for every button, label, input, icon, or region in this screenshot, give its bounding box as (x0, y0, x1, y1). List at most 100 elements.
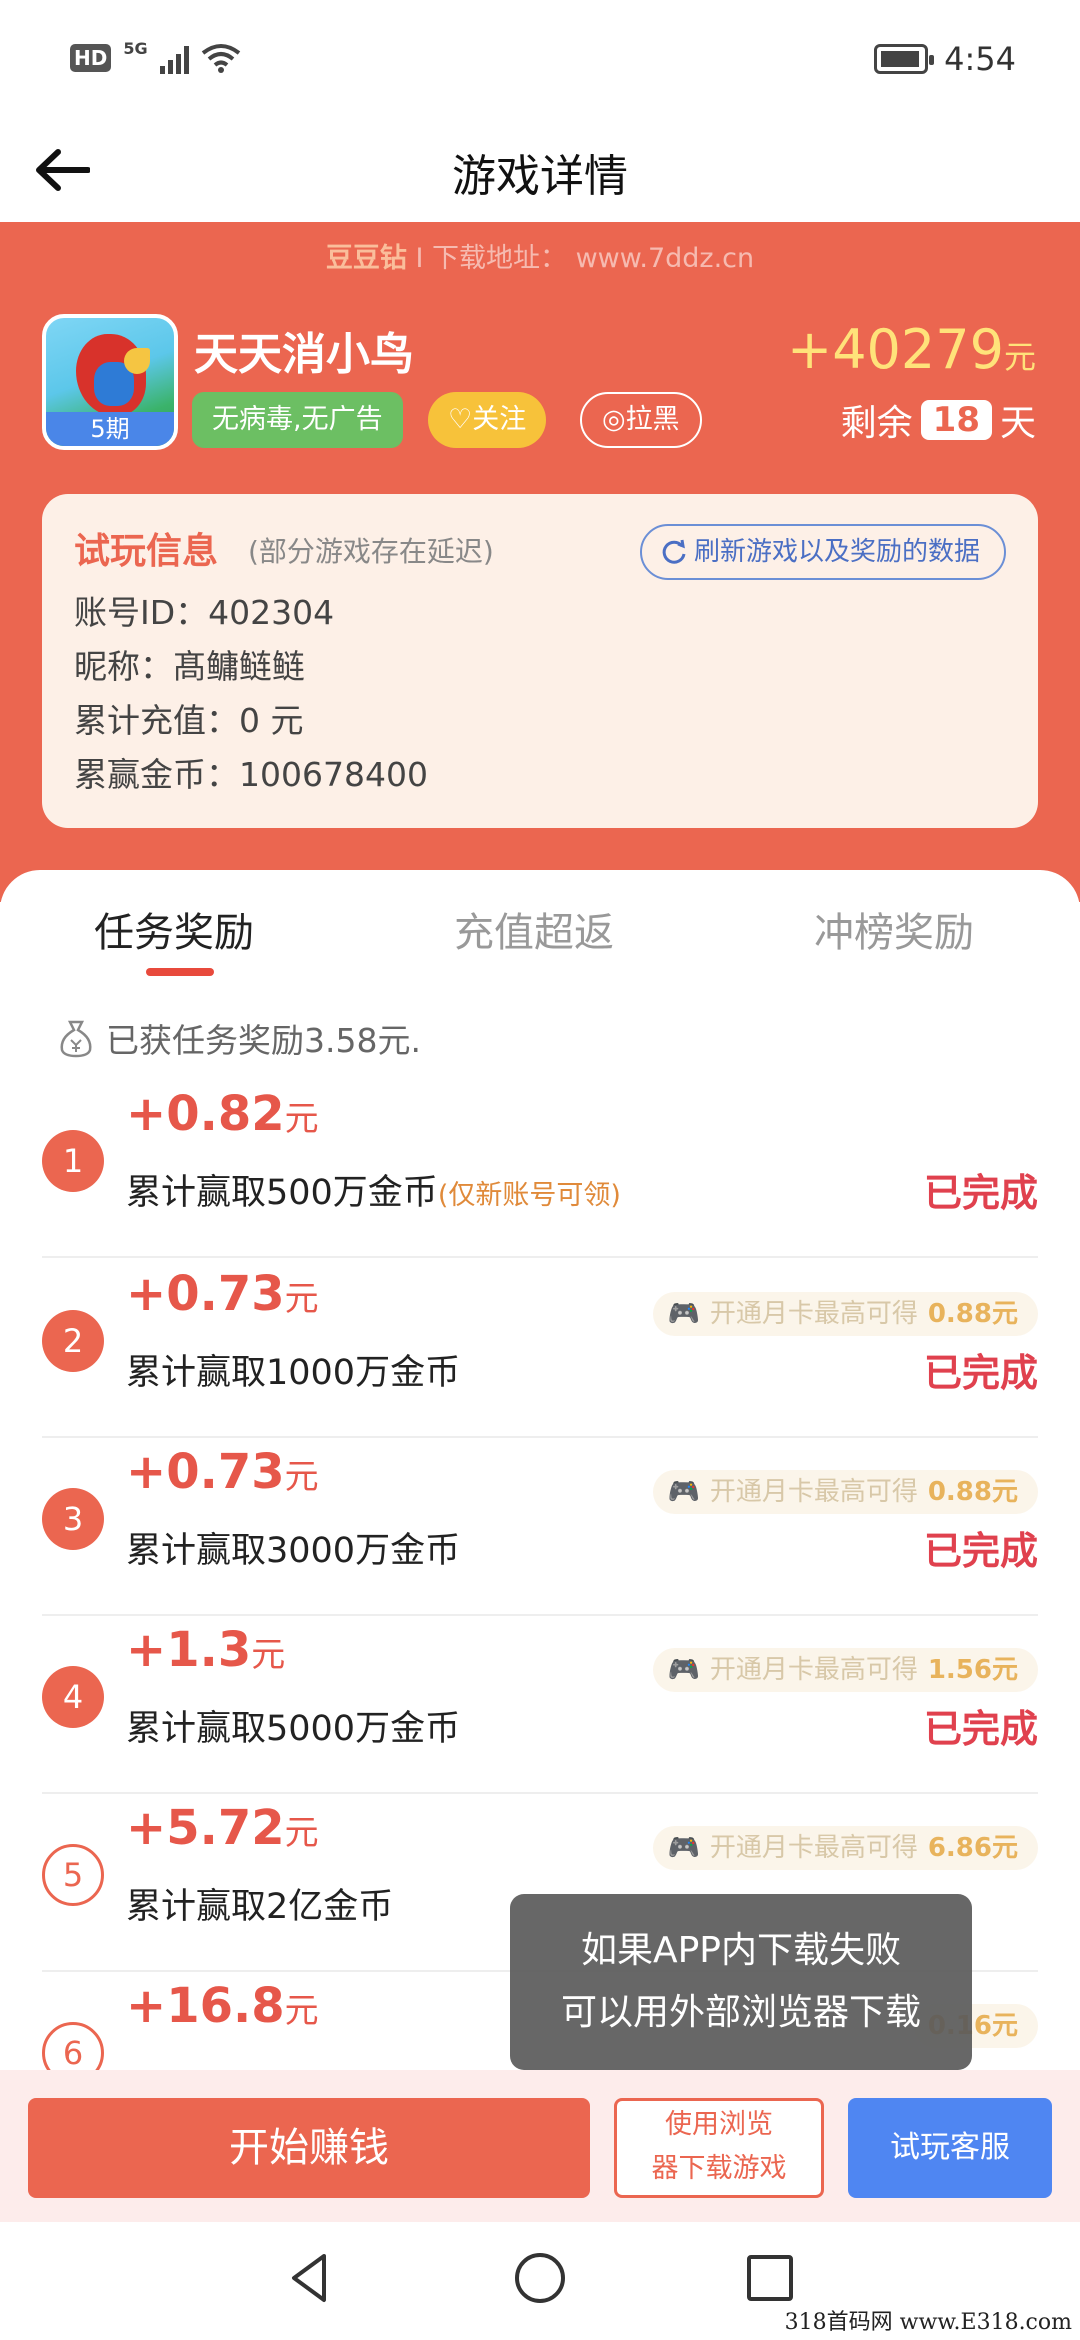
task-amount: +1.3 (126, 1622, 252, 1678)
trial-info-subtitle: (部分游戏存在延迟) (248, 535, 494, 568)
battery-icon (874, 44, 935, 74)
promo-value: 0.88元 (927, 1299, 1018, 1329)
action-bar: 开始赚钱 使用浏览 器下载游戏 试玩客服 (0, 2070, 1080, 2222)
account-id: 账号ID：402304 (74, 593, 335, 632)
task-reward: +0.73元 (126, 1266, 319, 1322)
heart-icon: ♡ (448, 404, 473, 435)
customer-service-button[interactable]: 试玩客服 (848, 2098, 1052, 2198)
watermark-url: I 下载地址： www.7ddz.cn (415, 243, 755, 274)
task-unit: 元 (284, 1099, 319, 1139)
task-description: 累计赢取5000万金币 (126, 1709, 461, 1749)
task-unit: 元 (284, 1991, 319, 2031)
task-row: 1 +0.82元 累计赢取500万金币(仅新账号可领) 已完成 (42, 1080, 1038, 1258)
task-unit: 元 (284, 1457, 319, 1497)
task-amount: +0.73 (126, 1444, 285, 1500)
task-unit: 元 (284, 1813, 319, 1853)
remain-suffix: 天 (999, 403, 1036, 444)
signal-icon (159, 42, 189, 74)
task-number: 5 (42, 1844, 104, 1906)
period-badge: 5期 (46, 412, 174, 446)
task-number: 2 (42, 1310, 104, 1372)
tab-task-rewards[interactable]: 任务奖励 (94, 900, 254, 958)
task-status: 已完成 (923, 1351, 1038, 1395)
task-panel: 任务奖励 充值超返 冲榜奖励 已获任务奖励3.58元. 1 +0.82元 累计赢… (0, 870, 1080, 2084)
task-number: 4 (42, 1666, 104, 1728)
game-header: 豆豆钻 I 下载地址： www.7ddz.cn 5期 天天消小鸟 无病毒,无广告… (0, 222, 1080, 902)
browser-download-button[interactable]: 使用浏览 器下载游戏 (614, 2098, 824, 2198)
start-earning-button[interactable]: 开始赚钱 (28, 2098, 590, 2198)
nav-recents-icon[interactable] (740, 2248, 800, 2308)
refresh-button[interactable]: 刷新游戏以及奖励的数据 (639, 524, 1006, 580)
task-status: 已完成 (923, 1707, 1038, 1751)
eye-off-icon: ◎ (602, 404, 626, 435)
trial-info-card: 试玩信息 (部分游戏存在延迟) 刷新游戏以及奖励的数据 账号ID：402304 … (42, 494, 1038, 828)
promo-text: 开通月卡最高可得 (709, 1655, 918, 1685)
total-reward-unit: 元 (1003, 338, 1036, 376)
task-description: 累计赢取2亿金币 (126, 1887, 394, 1927)
nav-back-icon[interactable] (280, 2248, 340, 2308)
nickname: 昵称：髙鳙鲢鲢 (74, 647, 305, 686)
gamepad-icon: 🎮 (667, 1833, 700, 1863)
tab-ranking-rewards[interactable]: 冲榜奖励 (814, 900, 974, 958)
follow-button[interactable]: ♡关注 (428, 392, 547, 448)
task-amount: +0.73 (126, 1266, 285, 1322)
game-icon: 5期 (42, 314, 178, 450)
monthly-card-promo[interactable]: 🎮 开通月卡最高可得 1.56元 (653, 1648, 1038, 1692)
task-desc-text: 累计赢取500万金币 (126, 1173, 438, 1213)
total-reward-amount: +40279 (786, 318, 1004, 381)
earned-text: 已获任务奖励3.58元. (106, 1021, 421, 1060)
page-title: 游戏详情 (452, 151, 628, 202)
nav-home-icon[interactable] (510, 2248, 570, 2308)
task-status: 已完成 (923, 1529, 1038, 1573)
browser-label-line-1: 使用浏览 (665, 2109, 773, 2140)
task-reward: +0.82元 (126, 1086, 319, 1142)
tab-recharge-rebate[interactable]: 充值超返 (454, 900, 614, 958)
block-button[interactable]: ◎拉黑 (580, 392, 702, 448)
task-row: 4 +1.3元 累计赢取5000万金币 🎮 开通月卡最高可得 1.56元 已完成 (42, 1616, 1038, 1794)
promo-value: 0.88元 (927, 1477, 1018, 1507)
monthly-card-promo[interactable]: 🎮 开通月卡最高可得 6.86元 (653, 1826, 1038, 1870)
task-unit: 元 (284, 1279, 319, 1319)
clock: 4:54 (944, 40, 1016, 78)
task-reward: +5.72元 (126, 1800, 319, 1856)
promo-value: 1.56元 (927, 1655, 1018, 1685)
parrot-beak (124, 348, 150, 374)
task-reward: +1.3元 (126, 1622, 285, 1678)
block-label: 拉黑 (625, 404, 680, 435)
task-unit: 元 (251, 1635, 286, 1675)
toast-line-1: 如果APP内下载失败 (580, 1930, 902, 1971)
status-right: 4:54 (874, 40, 1016, 78)
task-row: 3 +0.73元 累计赢取3000万金币 🎮 开通月卡最高可得 0.88元 已完成 (42, 1438, 1038, 1616)
download-toast: 如果APP内下载失败 可以用外部浏览器下载 (510, 1894, 972, 2090)
remain-prefix: 剩余 (840, 403, 913, 444)
promo-text: 开通月卡最高可得 (709, 1299, 918, 1329)
task-description: 累计赢取3000万金币 (126, 1531, 461, 1571)
total-recharge: 累计充值：0 元 (74, 701, 304, 740)
gamepad-icon: 🎮 (667, 1299, 700, 1329)
system-nav-bar: 318首码网 www.E318.com (0, 2222, 1080, 2340)
earned-summary: 已获任务奖励3.58元. (58, 1014, 421, 1062)
watermark: 豆豆钻 I 下载地址： www.7ddz.cn (0, 236, 1080, 275)
title-bar: 游戏详情 (0, 120, 1080, 222)
remain-days-value: 18 (920, 400, 992, 440)
gamepad-icon: 🎮 (667, 1655, 700, 1685)
wifi-icon (201, 44, 240, 73)
network-type: 5G (123, 38, 148, 58)
total-reward: +40279元 (787, 318, 1036, 381)
monthly-card-promo[interactable]: 🎮 开通月卡最高可得 0.88元 (653, 1292, 1038, 1336)
refresh-label: 刷新游戏以及奖励的数据 (693, 537, 980, 567)
watermark-brand: 豆豆钻 (325, 243, 407, 274)
hd-icon: HD (70, 44, 112, 72)
task-amount: +5.72 (126, 1800, 285, 1856)
task-note: (仅新账号可领) (437, 1180, 621, 1211)
status-bar: HD 5G 4:54 (0, 0, 1080, 120)
remaining-days: 剩余 18 天 (841, 394, 1036, 446)
promo-text: 开通月卡最高可得 (709, 1477, 918, 1507)
monthly-card-promo[interactable]: 🎮 开通月卡最高可得 0.88元 (653, 1470, 1038, 1514)
total-coins: 累赢金币：100678400 (74, 755, 428, 794)
promo-value: 6.86元 (927, 1833, 1018, 1863)
task-row: 2 +0.73元 累计赢取1000万金币 🎮 开通月卡最高可得 0.88元 已完成 (42, 1260, 1038, 1438)
toast-line-2: 可以用外部浏览器下载 (560, 1992, 921, 2033)
trial-info-title: 试玩信息 (74, 531, 219, 572)
gamepad-icon: 🎮 (667, 1477, 700, 1507)
